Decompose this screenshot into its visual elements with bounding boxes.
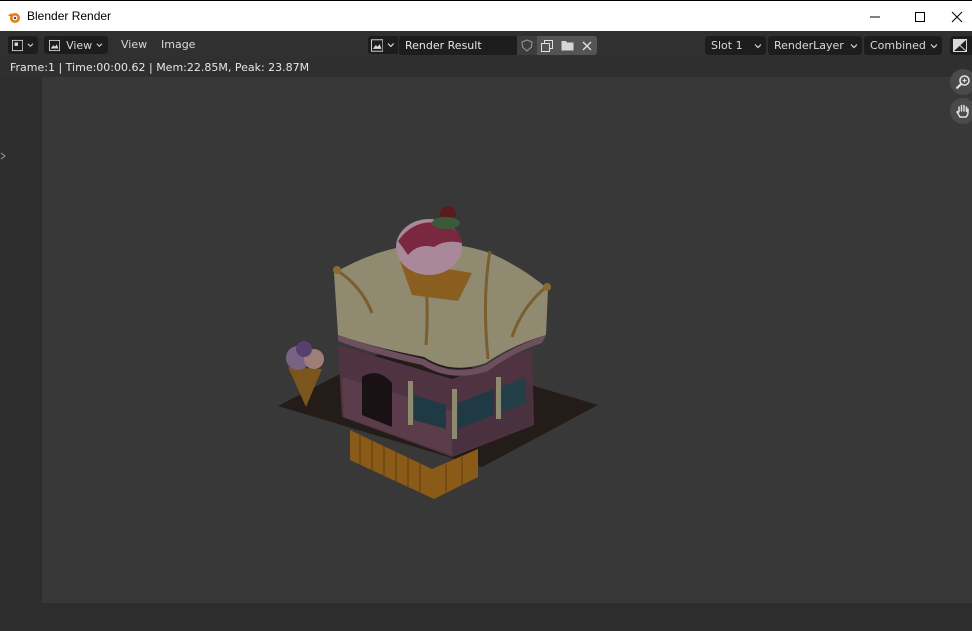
chevron-down-icon xyxy=(930,44,938,49)
channels-icon xyxy=(953,39,967,52)
image-icon xyxy=(371,38,384,52)
chevron-down-icon xyxy=(27,43,34,48)
chevron-down-icon xyxy=(754,44,762,49)
hand-icon xyxy=(956,104,969,118)
close-window-button[interactable] xyxy=(942,1,972,32)
shield-icon xyxy=(521,39,533,52)
minimize-icon xyxy=(870,16,880,17)
blender-logo-icon xyxy=(8,13,20,23)
render-pass-selector[interactable]: Combined xyxy=(864,36,942,55)
rendered-scene xyxy=(278,206,598,499)
minimize-button[interactable] xyxy=(852,1,898,32)
view-mode-label: View xyxy=(66,38,93,52)
render-layer-selector[interactable]: RenderLayer xyxy=(768,36,862,55)
zoom-button[interactable] xyxy=(950,69,972,95)
image-editor-header: View View Image Render Result Slot 1 Ren… xyxy=(0,31,972,59)
zoom-icon xyxy=(955,75,970,90)
maximize-icon xyxy=(915,11,925,22)
image-icon xyxy=(49,39,61,51)
window-title: Blender Render xyxy=(27,9,112,23)
close-icon xyxy=(582,41,592,50)
chevron-down-icon xyxy=(850,44,858,49)
menu-image[interactable]: Image xyxy=(161,36,195,54)
render-stats-text: Frame:1 | Time:00:00.62 | Mem:22.85M, Pe… xyxy=(10,61,310,74)
image-viewport[interactable] xyxy=(0,69,972,631)
view-mode-selector[interactable]: View xyxy=(44,36,108,54)
chevron-down-icon xyxy=(387,43,395,48)
unlink-image-button[interactable] xyxy=(577,36,597,55)
pan-button[interactable] xyxy=(950,98,972,124)
window-titlebar: Blender Render xyxy=(0,0,972,31)
slot-selector[interactable]: Slot 1 xyxy=(705,36,766,55)
duplicate-icon xyxy=(541,39,553,52)
image-name-field[interactable]: Render Result xyxy=(399,36,517,55)
menu-view[interactable]: View xyxy=(121,36,147,54)
image-editor-icon xyxy=(12,39,24,51)
render-info-bar: Frame:1 | Time:00:00.62 | Mem:22.85M, Pe… xyxy=(0,59,972,77)
editor-type-selector[interactable] xyxy=(8,36,38,54)
render-result-image xyxy=(42,77,972,603)
render-pass-label: Combined xyxy=(870,39,926,52)
open-image-button[interactable] xyxy=(557,36,577,55)
chevron-down-icon xyxy=(96,43,103,47)
maximize-button[interactable] xyxy=(897,1,943,32)
duplicate-image-button[interactable] xyxy=(537,36,557,55)
display-channels-selector[interactable] xyxy=(950,36,972,55)
slot-label: Slot 1 xyxy=(711,39,743,52)
toolbar-toggle-icon[interactable] xyxy=(0,152,6,160)
browse-image-button[interactable] xyxy=(368,36,398,54)
fake-user-button[interactable] xyxy=(517,36,537,55)
render-layer-label: RenderLayer xyxy=(774,39,844,52)
close-icon xyxy=(951,11,963,22)
folder-icon xyxy=(561,41,573,51)
